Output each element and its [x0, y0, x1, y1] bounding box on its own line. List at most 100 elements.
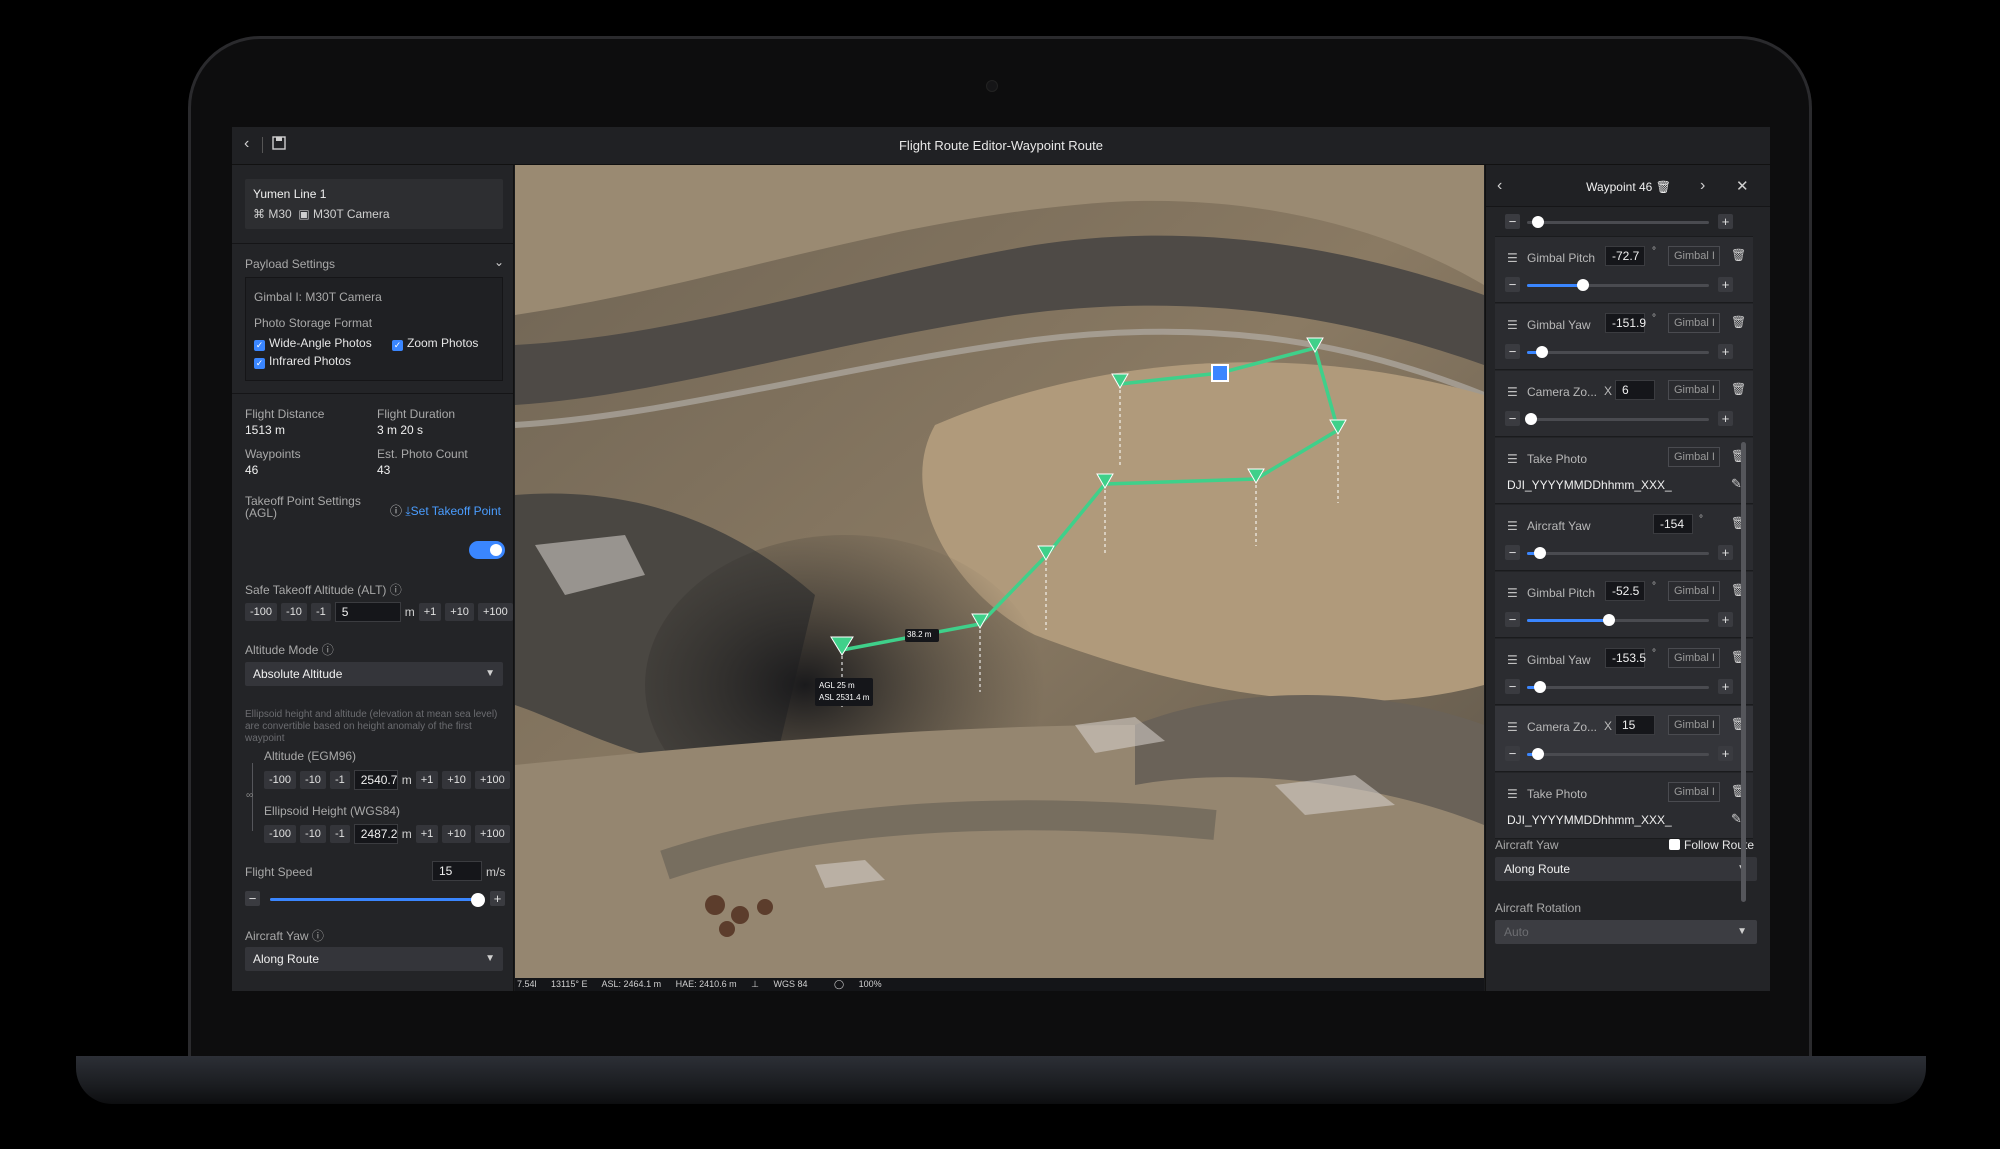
- drag-handle-icon[interactable]: ☰: [1507, 318, 1518, 332]
- drag-handle-icon[interactable]: ☰: [1507, 251, 1518, 265]
- zoom-value-input[interactable]: 15: [1615, 715, 1655, 735]
- action-value-input[interactable]: -153.5: [1605, 648, 1646, 668]
- plus-1-button[interactable]: +1: [415, 825, 439, 843]
- increase-button[interactable]: +: [1718, 612, 1733, 627]
- decrease-button[interactable]: −: [1505, 612, 1520, 627]
- drag-handle-icon[interactable]: ☰: [1507, 653, 1518, 667]
- map-view[interactable]: 38.2 m AGL 25 m ASL 2531.4 m: [515, 165, 1484, 978]
- flight-speed-slider-knob[interactable]: [471, 893, 485, 907]
- drag-handle-icon[interactable]: ☰: [1507, 586, 1518, 600]
- action-slider-knob[interactable]: [1603, 614, 1615, 626]
- minus-10-button[interactable]: -10: [281, 603, 307, 621]
- action-slider[interactable]: [1527, 418, 1709, 421]
- increase-button[interactable]: +: [1718, 344, 1733, 359]
- chevron-down-icon[interactable]: ⌄: [494, 255, 504, 269]
- aircraft-rotation-select[interactable]: Auto ▼: [1495, 920, 1757, 944]
- action-slider[interactable]: [1527, 221, 1709, 224]
- action-value-input[interactable]: -151.9: [1605, 313, 1646, 333]
- action-card[interactable]: ☰ Aircraft Yaw -154 ° 🗑 − +: [1495, 505, 1753, 571]
- aircraft-yaw-select[interactable]: Along Route ▼: [1495, 857, 1757, 881]
- action-value-input[interactable]: -72.7: [1605, 246, 1645, 266]
- action-slider[interactable]: [1527, 686, 1709, 689]
- flight-speed-input[interactable]: 15: [432, 861, 482, 881]
- action-card[interactable]: ☰ Gimbal Yaw -153.5 ° Gimbal I 🗑 − +: [1495, 639, 1753, 705]
- decrease-speed-button[interactable]: −: [245, 891, 260, 906]
- increase-button[interactable]: +: [1718, 214, 1733, 229]
- gimbal-select[interactable]: Gimbal I: [1668, 782, 1720, 802]
- increase-speed-button[interactable]: +: [490, 891, 505, 906]
- drag-handle-icon[interactable]: ☰: [1507, 519, 1518, 533]
- action-card[interactable]: ☰ Camera Zo... X 6 Gimbal I 🗑 − +: [1495, 371, 1753, 437]
- yaw-value-input[interactable]: -154: [1653, 514, 1693, 534]
- gimbal-select[interactable]: Gimbal I: [1668, 246, 1720, 266]
- gimbal-select[interactable]: Gimbal I: [1668, 313, 1720, 333]
- gimbal-select[interactable]: Gimbal I: [1668, 447, 1720, 467]
- aircraft-yaw-select[interactable]: Along Route ▼: [245, 947, 503, 971]
- plus-1-button[interactable]: +1: [418, 603, 442, 621]
- infrared-checkbox[interactable]: ✓ Infrared Photos: [254, 354, 351, 369]
- plus-10-button[interactable]: +10: [442, 771, 471, 789]
- minus-1-button[interactable]: -1: [329, 771, 350, 789]
- decrease-button[interactable]: −: [1505, 545, 1520, 560]
- action-card[interactable]: ☰ Gimbal Yaw -151.9 ° Gimbal I 🗑 − +: [1495, 304, 1753, 370]
- trash-icon[interactable]: 🗑: [1731, 382, 1746, 396]
- action-card[interactable]: ☰ Gimbal Pitch -52.5 ° Gimbal I 🗑 − +: [1495, 572, 1753, 638]
- gimbal-select[interactable]: Gimbal I: [1668, 715, 1720, 735]
- gimbal-select[interactable]: Gimbal I: [1668, 648, 1720, 668]
- action-slider-knob[interactable]: [1577, 279, 1589, 291]
- takeoff-toggle[interactable]: [469, 541, 505, 559]
- action-value-input[interactable]: -52.5: [1605, 581, 1645, 601]
- plus-100-button[interactable]: +100: [474, 825, 510, 843]
- gimbal-select[interactable]: Gimbal I: [1668, 380, 1720, 400]
- plus-1-button[interactable]: +1: [415, 771, 439, 789]
- zoom-checkbox[interactable]: ✓ Zoom Photos: [392, 336, 478, 351]
- egm96-input[interactable]: 2540.7: [353, 770, 398, 790]
- trash-icon[interactable]: 🗑: [1731, 248, 1746, 262]
- action-slider-knob[interactable]: [1525, 413, 1537, 425]
- next-waypoint-icon[interactable]: ›: [1700, 177, 1705, 195]
- trash-icon[interactable]: 🗑: [1656, 180, 1671, 194]
- drag-handle-icon[interactable]: ☰: [1507, 720, 1518, 734]
- action-card[interactable]: ☰ Camera Zo... X 15 Gimbal I 🗑 − +: [1495, 706, 1753, 772]
- action-slider[interactable]: [1527, 753, 1709, 756]
- plus-10-button[interactable]: +10: [445, 603, 474, 621]
- minus-10-button[interactable]: -10: [300, 825, 326, 843]
- increase-button[interactable]: +: [1718, 411, 1733, 426]
- decrease-button[interactable]: −: [1505, 679, 1520, 694]
- decrease-button[interactable]: −: [1505, 344, 1520, 359]
- wgs84-input[interactable]: 2487.2: [353, 824, 398, 844]
- increase-button[interactable]: +: [1718, 746, 1733, 761]
- trash-icon[interactable]: 🗑: [1731, 315, 1746, 329]
- action-slider-knob[interactable]: [1532, 216, 1544, 228]
- link-icon[interactable]: ∞: [246, 790, 253, 801]
- decrease-button[interactable]: −: [1505, 214, 1520, 229]
- right-panel-scrollbar[interactable]: [1741, 442, 1746, 902]
- increase-button[interactable]: +: [1718, 545, 1733, 560]
- increase-button[interactable]: +: [1718, 679, 1733, 694]
- action-slider[interactable]: [1527, 351, 1709, 354]
- action-card[interactable]: ☰ Take Photo Gimbal I 🗑 DJI_YYYYMMDDhhmm_XXX…: [1495, 438, 1753, 504]
- action-slider-knob[interactable]: [1534, 681, 1546, 693]
- set-takeoff-point-link[interactable]: ⓘ ⤓Set Takeoff Point: [390, 502, 501, 519]
- increase-button[interactable]: +: [1718, 277, 1733, 292]
- close-icon[interactable]: ✕: [1736, 177, 1749, 195]
- decrease-button[interactable]: −: [1505, 746, 1520, 761]
- plus-100-button[interactable]: +100: [477, 603, 513, 621]
- action-card[interactable]: ☰ Take Photo Gimbal I 🗑 DJI_YYYYMMDDhhmm_XXX…: [1495, 773, 1753, 839]
- minus-10-button[interactable]: -10: [300, 771, 326, 789]
- gimbal-select[interactable]: Gimbal I: [1668, 581, 1720, 601]
- plus-100-button[interactable]: +100: [474, 771, 510, 789]
- drag-handle-icon[interactable]: ☰: [1507, 787, 1518, 801]
- decrease-button[interactable]: −: [1505, 277, 1520, 292]
- terrain-map[interactable]: [515, 165, 1484, 978]
- zoom-value-input[interactable]: 6: [1615, 380, 1655, 400]
- minus-1-button[interactable]: -1: [310, 603, 331, 621]
- altitude-mode-select[interactable]: Absolute Altitude ▼: [245, 662, 503, 686]
- safe-altitude-input[interactable]: 5: [334, 602, 401, 622]
- minus-100-button[interactable]: -100: [264, 825, 297, 843]
- wide-angle-checkbox[interactable]: ✓ Wide-Angle Photos: [254, 336, 372, 351]
- route-card[interactable]: Yumen Line 1 ⌘ M30 ▣ M30T Camera: [245, 179, 503, 229]
- decrease-button[interactable]: −: [1505, 411, 1520, 426]
- minus-100-button[interactable]: -100: [264, 771, 297, 789]
- action-slider[interactable]: [1527, 552, 1709, 555]
